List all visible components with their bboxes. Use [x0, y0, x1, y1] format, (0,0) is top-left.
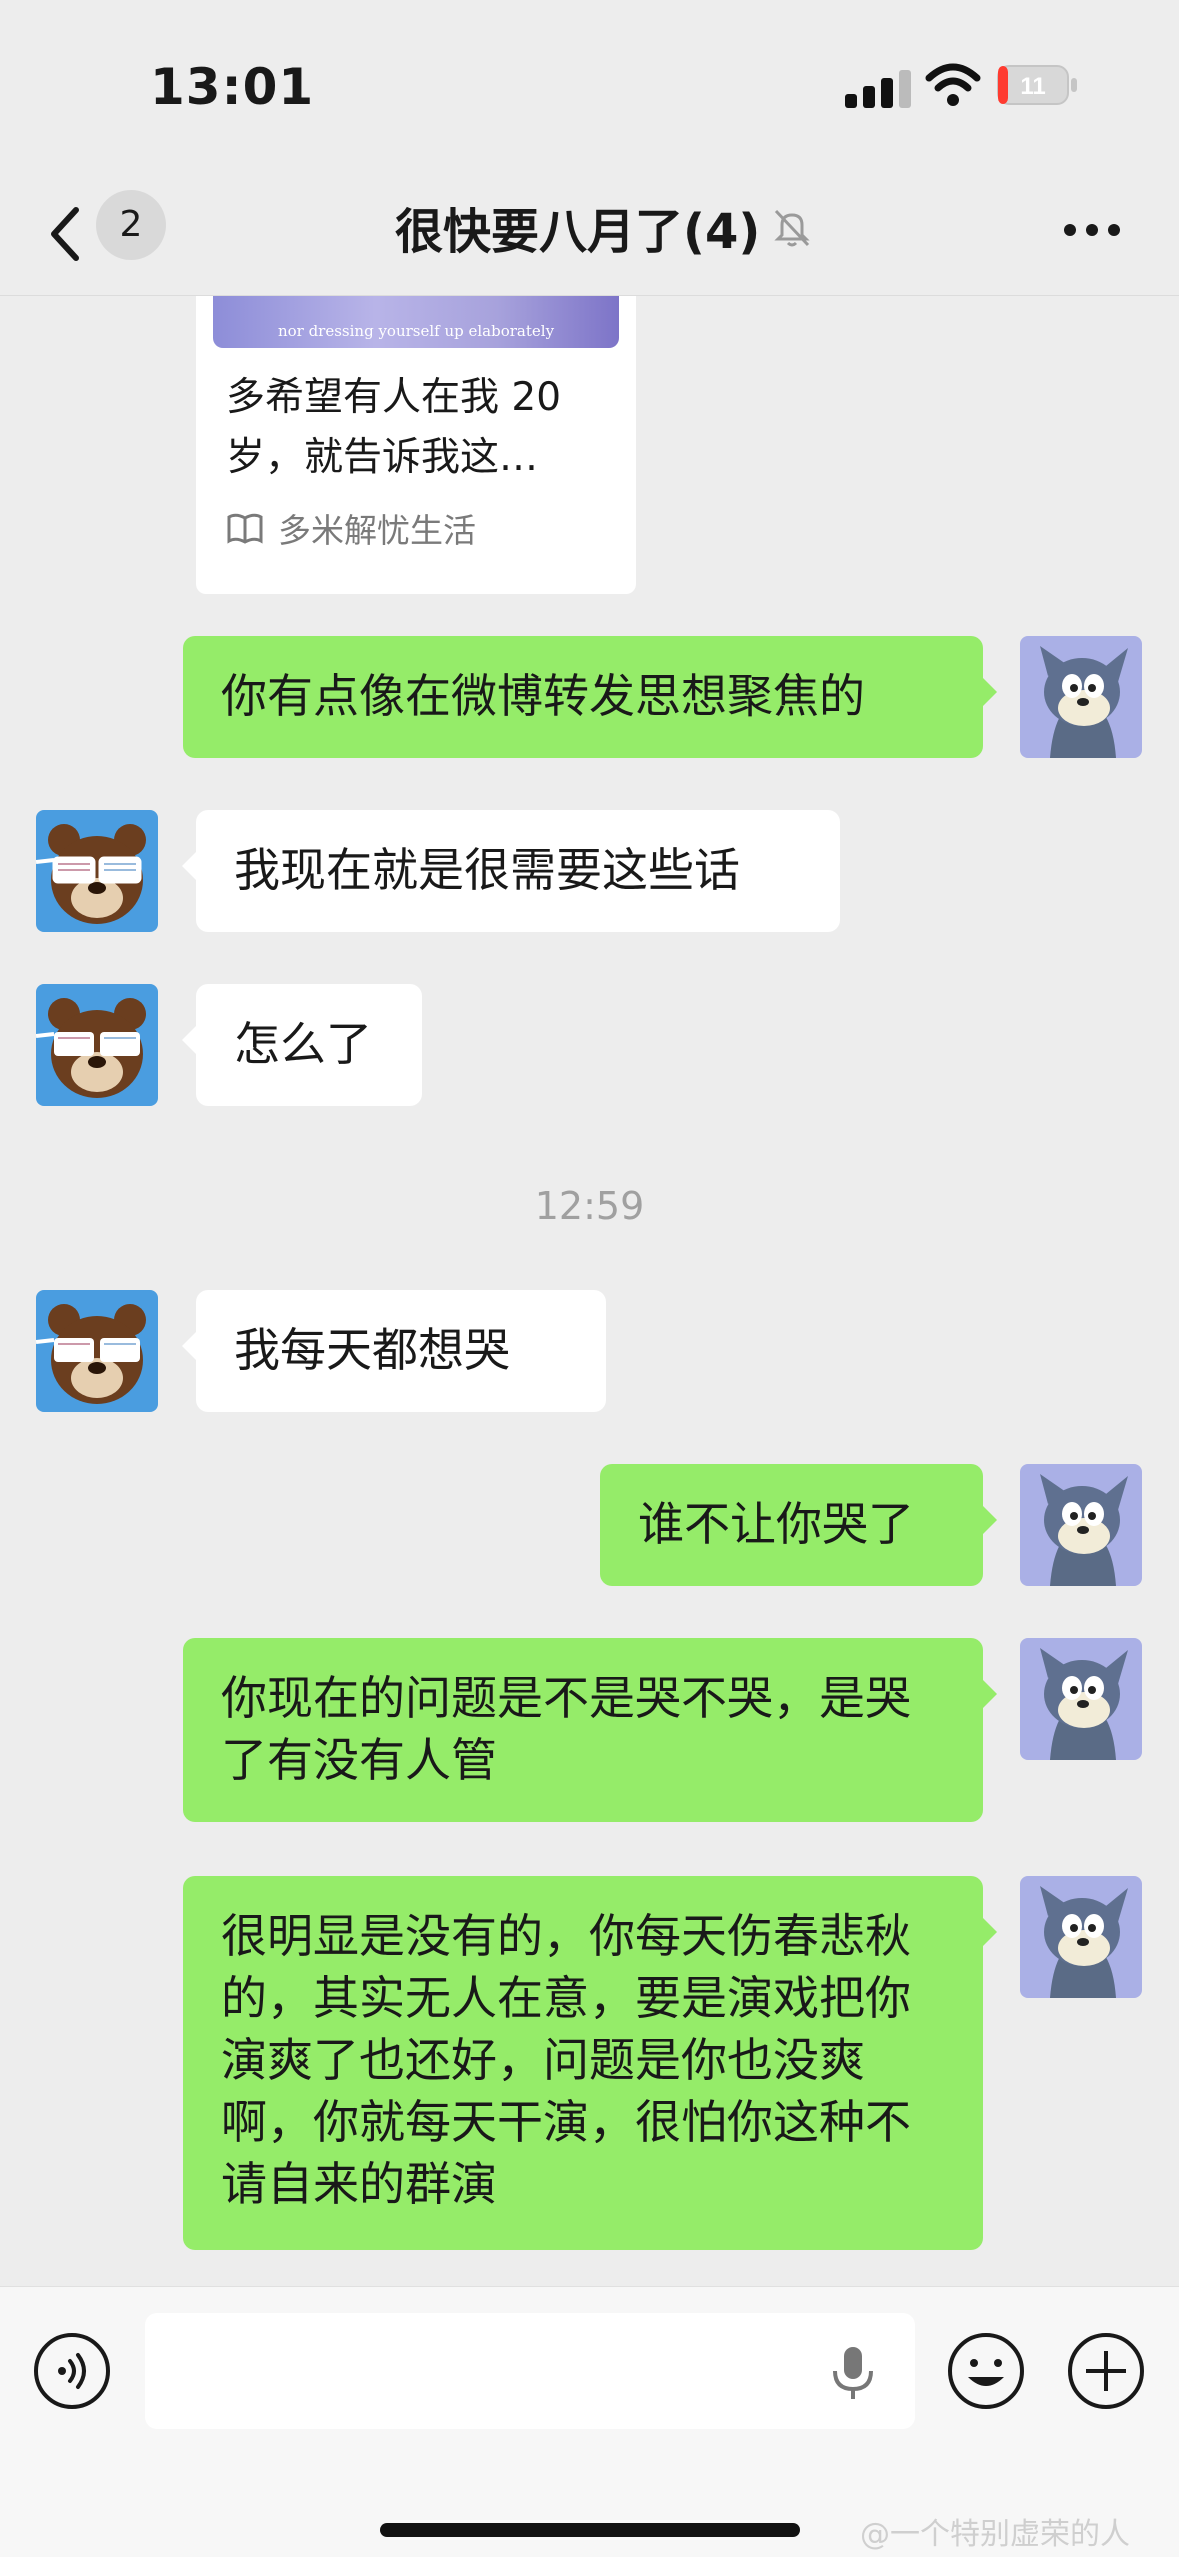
chat-title: 很快要八月了(4): [395, 204, 761, 260]
home-indicator: [380, 2523, 800, 2537]
chat-title-group[interactable]: 很快要八月了(4): [395, 192, 814, 262]
bear-sunglasses-avatar-icon: [36, 1290, 158, 1412]
article-thumbnail: nor dressing yourself up elaborately: [213, 296, 619, 348]
chat-timestamp: 12:59: [534, 1184, 645, 1228]
mute-bell-icon: [774, 209, 810, 247]
battery-level: 11: [1020, 73, 1045, 100]
avatar-other[interactable]: [36, 984, 158, 1106]
message-bubble-other[interactable]: 我现在就是很需要这些话: [182, 810, 840, 932]
message-bubble-self[interactable]: 你有点像在微博转发思想聚焦的: [183, 636, 997, 758]
emoji-icon[interactable]: [946, 2331, 1026, 2411]
voice-icon[interactable]: [32, 2331, 112, 2411]
message-text: 谁不让你哭了: [638, 1497, 914, 1551]
watermark: @一个特别虚荣的人: [860, 2517, 1130, 2552]
bear-sunglasses-avatar-icon: [36, 810, 158, 932]
input-bar: @一个特别虚荣的人: [0, 2286, 1179, 2557]
battery-icon: 11: [996, 64, 1080, 106]
wifi-icon: [925, 63, 981, 106]
status-bar: 13:01 11: [0, 0, 1179, 170]
message-text: 你有点像在微博转发思想聚焦的: [221, 669, 865, 723]
tom-cat-avatar-icon: [1020, 1638, 1142, 1760]
article-source: 多米解忧生活: [226, 504, 476, 552]
avatar-self[interactable]: [1020, 1638, 1142, 1760]
status-time: 13:01: [150, 58, 315, 116]
message-bubble-self[interactable]: 你现在的问题是不是哭不哭，是哭了有没有人管: [183, 1638, 997, 1822]
cellular-signal-icon: [845, 70, 911, 108]
chat-area[interactable]: nor dressing yourself up elaborately 多希望…: [0, 296, 1179, 2286]
message-bubble-other[interactable]: 怎么了: [182, 984, 422, 1106]
message-bubble-self[interactable]: 很明显是没有的，你每天伤春悲秋的，其实无人在意，要是演戏把你演爽了也还好，问题是…: [183, 1876, 997, 2250]
back-chevron-icon[interactable]: [44, 204, 84, 264]
unread-count-badge[interactable]: 2: [96, 190, 166, 260]
book-icon: [227, 513, 263, 544]
mic-icon[interactable]: [825, 2343, 881, 2403]
message-text: 我每天都想哭: [234, 1323, 510, 1377]
bear-sunglasses-avatar-icon: [36, 984, 158, 1106]
avatar-self[interactable]: [1020, 1876, 1142, 1998]
avatar-other[interactable]: [36, 1290, 158, 1412]
message-input[interactable]: [145, 2313, 915, 2429]
message-text: 你现在的问题是不是哭不哭，是哭了有没有人管: [221, 1671, 911, 1787]
avatar-self[interactable]: [1020, 1464, 1142, 1586]
message-bubble-other[interactable]: 我每天都想哭: [182, 1290, 606, 1412]
plus-icon[interactable]: [1066, 2331, 1146, 2411]
tom-cat-avatar-icon: [1020, 636, 1142, 758]
shared-article-card[interactable]: nor dressing yourself up elaborately 多希望…: [196, 296, 636, 594]
tom-cat-avatar-icon: [1020, 1876, 1142, 1998]
more-dots-icon[interactable]: [1062, 222, 1122, 238]
article-title: 多希望有人在我 20 岁，就告诉我这…: [226, 375, 562, 480]
avatar-other[interactable]: [36, 810, 158, 932]
avatar-self[interactable]: [1020, 636, 1142, 758]
message-bubble-self[interactable]: 谁不让你哭了: [600, 1464, 997, 1586]
message-text: 很明显是没有的，你每天伤春悲秋的，其实无人在意，要是演戏把你演爽了也还好，问题是…: [221, 1909, 911, 2211]
message-text: 我现在就是很需要这些话: [234, 843, 740, 897]
message-text: 怎么了: [234, 1017, 372, 1071]
thumbnail-caption: nor dressing yourself up elaborately: [277, 322, 555, 340]
tom-cat-avatar-icon: [1020, 1464, 1142, 1586]
article-source-name: 多米解忧生活: [278, 511, 476, 550]
